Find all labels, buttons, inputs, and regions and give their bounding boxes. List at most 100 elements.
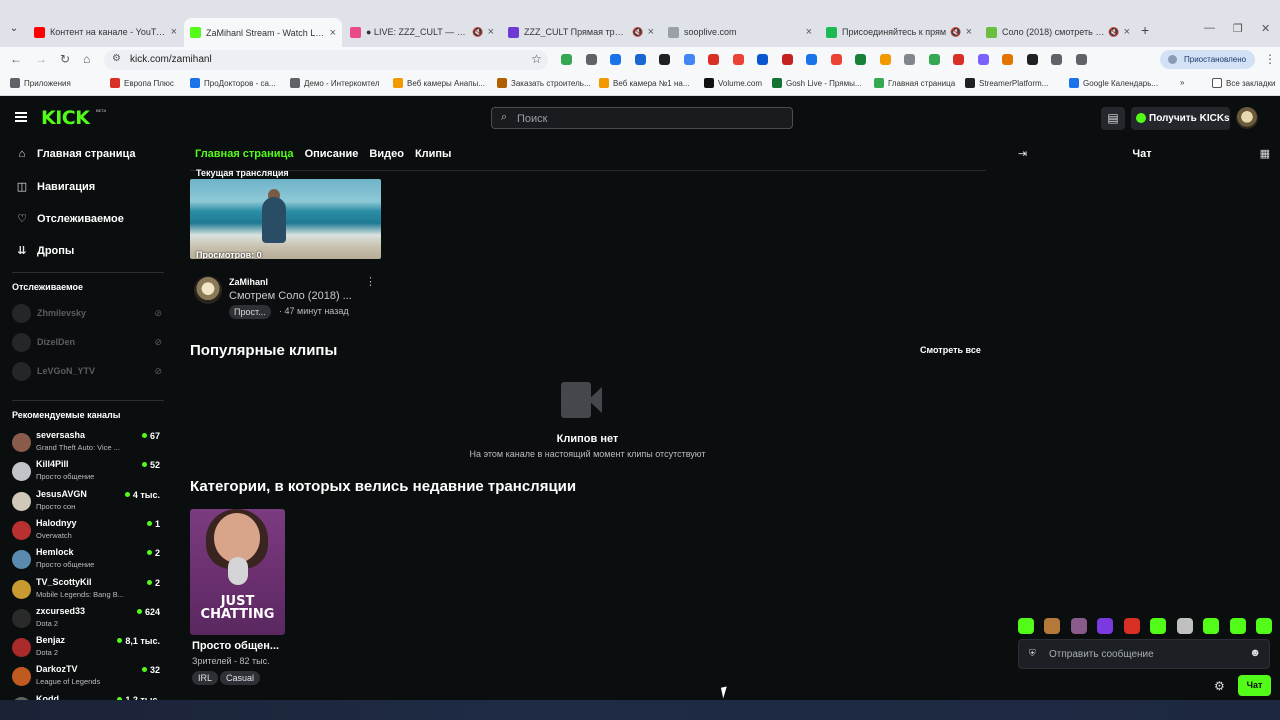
tab-close-icon[interactable]: × [806, 26, 812, 38]
following-channel[interactable]: DizelDen ⊘ [12, 332, 162, 352]
tab-close-icon[interactable]: × [966, 26, 972, 38]
extension-icon[interactable] [1026, 54, 1038, 65]
channel-avatar[interactable] [194, 276, 222, 304]
bookmark-item[interactable]: Заказать строитель... [497, 78, 591, 88]
browser-tab[interactable]: Присоединяйтесь к прям 🔇 × [820, 21, 978, 43]
tab-audio-icon[interactable]: 🔇 [1108, 27, 1119, 38]
extension-icon[interactable] [1075, 54, 1087, 65]
recommended-channel[interactable]: Halodnyy Overwatch 1 [12, 518, 160, 544]
close-window-icon[interactable]: ✕ [1261, 22, 1270, 35]
extension-icon[interactable] [1002, 54, 1013, 65]
extension-icon[interactable] [757, 54, 768, 65]
category-card-just-chatting[interactable]: JUST CHATTING [190, 509, 285, 635]
tab-about[interactable]: Описание [305, 148, 359, 160]
forward-icon[interactable]: → [35, 52, 47, 66]
emote-icon[interactable] [1097, 618, 1114, 634]
following-channel[interactable]: LeVGoN_YTV ⊘ [12, 361, 162, 381]
extension-icon[interactable] [1051, 54, 1062, 65]
tab-audio-icon[interactable]: 🔇 [472, 27, 483, 38]
browser-tab[interactable]: ZaMihanl Stream - Watch Live × [184, 18, 342, 47]
bookmarks-overflow-icon[interactable]: » [1180, 78, 1184, 87]
emote-icon[interactable] [1018, 618, 1034, 634]
bookmark-item[interactable]: Главная страница [874, 78, 955, 88]
tab-close-icon[interactable]: × [488, 26, 494, 38]
emote-icon[interactable] [1255, 618, 1272, 634]
reload-icon[interactable]: ↻ [60, 52, 70, 66]
browser-tab[interactable]: ● LIVE: ZZZ_CULT — stream.spa 🔇 × [344, 21, 500, 43]
emote-icon[interactable] [1044, 618, 1061, 634]
emote-icon[interactable] [1203, 618, 1220, 634]
get-kicks-button[interactable]: Получить KICKs [1131, 107, 1230, 130]
following-channel[interactable]: Zhmilevsky ⊘ [12, 303, 162, 323]
channel-name[interactable]: ZaMihanl [229, 277, 268, 287]
tab-close-icon[interactable]: × [330, 27, 336, 39]
browser-tab[interactable]: ZZZ_CULT Прямая трансляц 🔇 × [502, 21, 660, 43]
bookmark-star-icon[interactable]: ☆ [531, 52, 542, 66]
tab-close-icon[interactable]: × [1124, 26, 1130, 38]
bookmark-item[interactable]: Volume.com [704, 78, 762, 88]
emote-icon[interactable] [1176, 618, 1193, 634]
url-text[interactable]: kick.com/zamihanl [130, 54, 212, 65]
extension-icon[interactable] [904, 54, 915, 65]
maximize-icon[interactable]: ❐ [1233, 22, 1243, 35]
bookmark-item[interactable]: Демо - Интеркомтел [290, 78, 380, 88]
stream-thumbnail[interactable]: Просмотров: 0 [190, 179, 381, 259]
bookmark-item[interactable]: Веб камера №1 на... [599, 78, 689, 88]
gift-icon[interactable]: ▦ [1260, 147, 1270, 160]
bookmark-item[interactable]: StreamerPlatform... [965, 78, 1048, 88]
address-bar[interactable]: ⚙ kick.com/zamihanl ☆ [104, 50, 548, 70]
tab-close-icon[interactable]: × [171, 26, 177, 38]
emote-icon[interactable] [1229, 618, 1246, 634]
bookmark-item[interactable]: Gosh Live - Прямы... [772, 78, 862, 88]
category-tag-casual[interactable]: Casual [220, 671, 261, 685]
extension-icon[interactable] [806, 54, 817, 65]
extension-icon[interactable] [732, 54, 744, 65]
recommended-channel[interactable]: TV_ScottyKil Mobile Legends: Bang B... 2 [12, 577, 160, 603]
browser-menu-icon[interactable]: ⋮ [1264, 52, 1276, 66]
tab-clips[interactable]: Клипы [415, 148, 452, 160]
extension-icon[interactable] [683, 54, 695, 65]
category-tag-irl[interactable]: IRL [192, 671, 219, 685]
back-icon[interactable]: ← [10, 52, 22, 66]
minimize-icon[interactable]: — [1204, 22, 1215, 34]
recommended-channel[interactable]: zxcursed33 Dota 2 624 [12, 606, 160, 632]
extension-icon[interactable] [659, 54, 670, 65]
tab-search-icon[interactable]: ⌄ [6, 21, 22, 37]
sidebar-item-following[interactable]: ♡ Отслеживаемое [15, 212, 124, 226]
extension-icon[interactable] [610, 54, 621, 65]
emoji-icon[interactable]: ☻ [1249, 647, 1261, 659]
browser-tab[interactable]: Соло (2018) смотреть онл 🔇 × [980, 21, 1136, 43]
tab-audio-icon[interactable]: 🔇 [632, 27, 643, 38]
new-tab-button[interactable]: + [1141, 22, 1149, 38]
browser-tab[interactable]: Контент на канале - YouTube S × [28, 21, 183, 43]
extension-icon[interactable] [634, 54, 646, 65]
sidebar-item-home[interactable]: ⌂ Главная страница [15, 148, 136, 160]
tab-audio-icon[interactable]: 🔇 [950, 27, 961, 38]
stream-title[interactable]: Смотрем Соло (2018) ... [229, 290, 352, 302]
extension-icon[interactable] [855, 54, 866, 65]
all-bookmarks-button[interactable]: Все закладки [1212, 78, 1275, 88]
extension-icon[interactable] [830, 54, 842, 65]
sidebar-item-drops[interactable]: ⇊ Дропы [15, 244, 74, 258]
chat-message-input[interactable]: ⛨ Отправить сообщение ☻ [1018, 639, 1270, 669]
bookmark-item[interactable]: Европа Плюс [110, 78, 174, 88]
bookmark-item[interactable]: Веб камеры Анапы... [393, 78, 485, 88]
sidebar-item-browse[interactable]: ◫ Навигация [15, 180, 95, 194]
bookmark-item[interactable]: Приложения [10, 78, 71, 88]
bookmark-item[interactable]: Google Календарь... [1069, 78, 1158, 88]
user-avatar[interactable] [1236, 107, 1258, 129]
tab-close-icon[interactable]: × [648, 26, 654, 38]
kick-logo[interactable]: KICK [41, 107, 90, 129]
search-input[interactable]: ⌕ Поиск [491, 107, 793, 129]
extension-icon[interactable] [977, 54, 989, 65]
see-all-link[interactable]: Смотреть все [920, 345, 981, 355]
site-info-icon[interactable]: ⚙ [112, 53, 121, 64]
stream-category-tag[interactable]: Прост... [229, 305, 271, 319]
extension-icon[interactable] [879, 54, 891, 65]
emote-icon[interactable] [1123, 618, 1140, 634]
extension-icon[interactable] [585, 54, 597, 65]
recommended-channel[interactable]: JesusAVGN Просто сон 4 тыс. [12, 489, 160, 515]
extension-icon[interactable] [953, 54, 964, 65]
extension-icon[interactable] [708, 54, 719, 65]
emote-icon[interactable] [1150, 618, 1167, 634]
